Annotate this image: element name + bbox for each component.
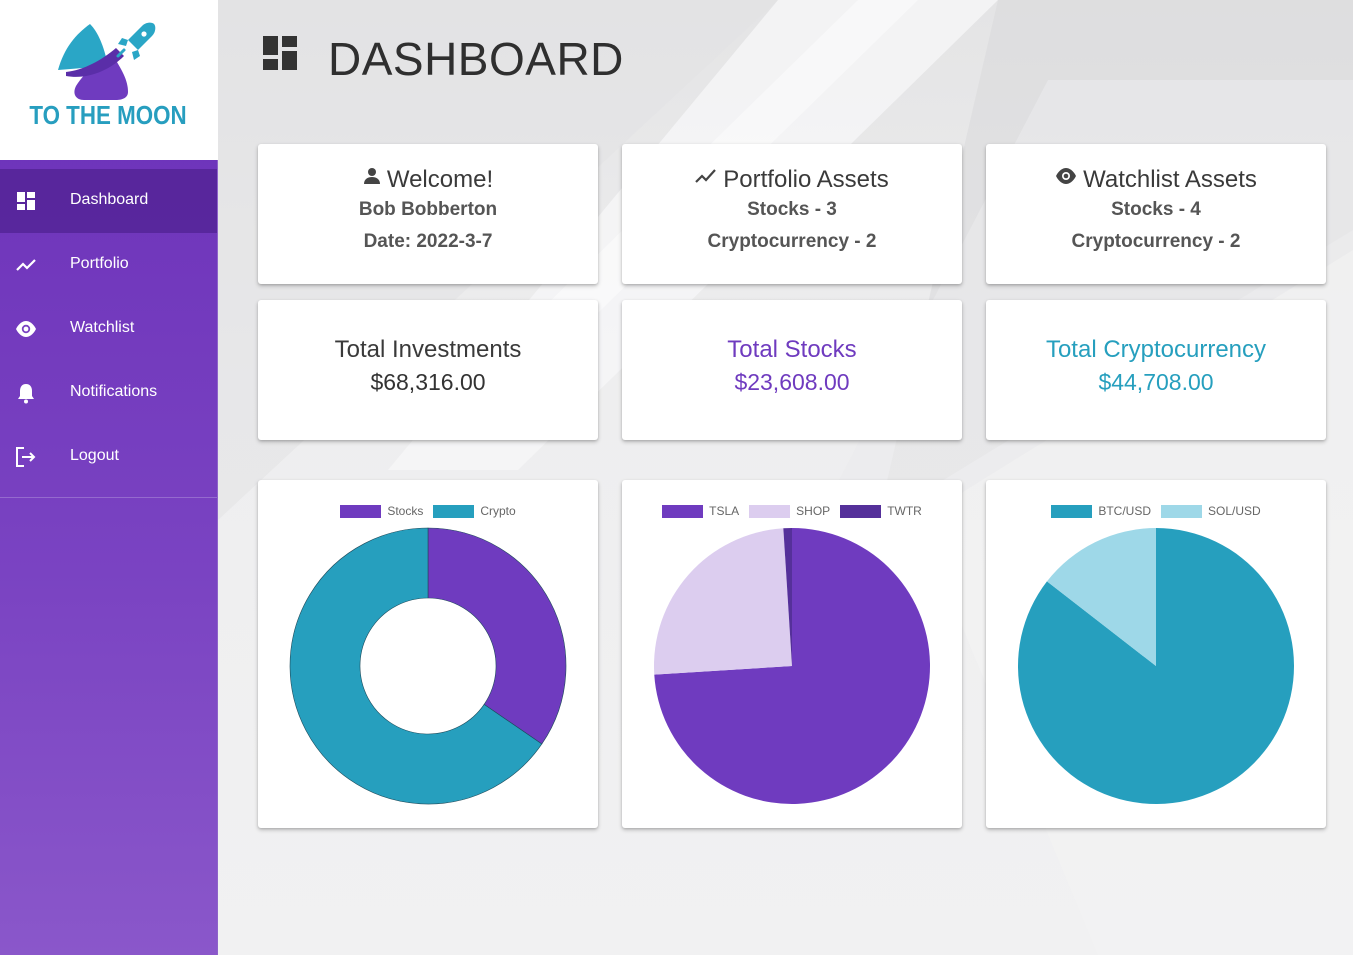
stocks-chart-card: TSLA SHOP TWTR bbox=[622, 480, 962, 828]
total-stocks-value: $23,608.00 bbox=[734, 369, 850, 395]
legend-label: SOL/USD bbox=[1207, 504, 1261, 518]
sidebar-item-portfolio[interactable]: Portfolio bbox=[0, 233, 217, 297]
total-crypto-card: Total Cryptocurrency $44,708.00 bbox=[986, 300, 1326, 440]
total-investments-card: Total Investments $68,316.00 bbox=[258, 300, 598, 440]
legend-swatch bbox=[1051, 504, 1093, 518]
legend-item-crypto[interactable]: Crypto bbox=[433, 504, 516, 518]
legend-label: SHOP bbox=[796, 504, 831, 518]
legend-label: TSLA bbox=[709, 504, 740, 518]
logout-icon bbox=[15, 446, 37, 468]
portfolio-stocks-count: Stocks - 3 bbox=[747, 199, 837, 220]
sidebar-item-label: Portfolio bbox=[70, 255, 129, 272]
legend-label: BTC/USD bbox=[1098, 504, 1151, 518]
sidebar-item-label: Watchlist bbox=[70, 319, 135, 336]
chart-legend: Stocks Crypto bbox=[258, 504, 598, 518]
person-icon bbox=[363, 164, 381, 192]
legend-item-sol-usd[interactable]: SOL/USD bbox=[1160, 504, 1261, 518]
legend-label: TWTR bbox=[887, 504, 922, 518]
allocation-doughnut-chart bbox=[289, 527, 567, 805]
watchlist-assets-card: Watchlist Assets Stocks - 4 Cryptocurren… bbox=[986, 144, 1326, 284]
page-title: DASHBOARD bbox=[328, 33, 624, 85]
legend-item-twtr[interactable]: TWTR bbox=[840, 504, 922, 518]
dashboard-icon bbox=[15, 190, 37, 212]
legend-swatch bbox=[840, 504, 882, 518]
crypto-pie-chart bbox=[1018, 528, 1294, 804]
legend-swatch bbox=[340, 504, 382, 518]
legend-swatch bbox=[1160, 504, 1202, 518]
legend-label: Crypto bbox=[480, 504, 516, 518]
legend-item-shop[interactable]: SHOP bbox=[749, 504, 830, 518]
chart-legend: TSLA SHOP TWTR bbox=[622, 504, 962, 518]
trending-line-icon bbox=[695, 164, 717, 192]
legend-item-btc-usd[interactable]: BTC/USD bbox=[1051, 504, 1151, 518]
sidebar-item-watchlist[interactable]: Watchlist bbox=[0, 297, 217, 361]
allocation-chart-card: Stocks Crypto bbox=[258, 480, 598, 828]
sidebar-item-logout[interactable]: Logout bbox=[0, 425, 217, 489]
sidebar-item-notifications[interactable]: Notifications bbox=[0, 361, 217, 425]
portfolio-crypto-count: Cryptocurrency - 2 bbox=[707, 231, 877, 252]
portfolio-assets-card: Portfolio Assets Stocks - 3 Cryptocurren… bbox=[622, 144, 962, 284]
slice-shop[interactable] bbox=[654, 528, 792, 675]
watchlist-stocks-count: Stocks - 4 bbox=[1111, 199, 1201, 220]
logo[interactable]: TO THE MOON bbox=[0, 0, 218, 160]
user-name: Bob Bobberton bbox=[358, 199, 498, 220]
bell-icon bbox=[15, 382, 37, 404]
legend-swatch bbox=[433, 504, 475, 518]
trending-line-icon bbox=[15, 254, 37, 276]
portfolio-assets-title: Portfolio Assets bbox=[723, 166, 889, 193]
eye-icon bbox=[15, 318, 37, 340]
sidebar-nav: Dashboard Portfolio Watchlist Notificati… bbox=[0, 169, 217, 489]
eye-icon bbox=[1055, 164, 1077, 192]
total-investments-title: Total Investments bbox=[334, 336, 522, 363]
welcome-title: Welcome! bbox=[386, 166, 494, 193]
sidebar-item-label: Logout bbox=[70, 447, 119, 464]
chart-legend: BTC/USD SOL/USD bbox=[986, 504, 1326, 518]
dashboard-icon bbox=[263, 36, 299, 77]
legend-label: Stocks bbox=[387, 504, 424, 518]
logo-text: TO THE MOON bbox=[29, 100, 187, 130]
stocks-pie-chart bbox=[654, 528, 930, 804]
sidebar-divider bbox=[0, 497, 217, 498]
total-crypto-value: $44,708.00 bbox=[1098, 369, 1214, 395]
slice-stocks[interactable] bbox=[427, 527, 567, 745]
moon-rocket-logo-icon bbox=[58, 22, 156, 100]
watchlist-crypto-count: Cryptocurrency - 2 bbox=[1071, 231, 1241, 252]
sidebar: TO THE MOON Dashboard Portfolio Watchlis… bbox=[0, 0, 218, 955]
welcome-card: Welcome! Bob Bobberton Date: 2022-3-7 bbox=[258, 144, 598, 284]
watchlist-assets-title: Watchlist Assets bbox=[1083, 166, 1257, 193]
current-date: Date: 2022-3-7 bbox=[363, 231, 493, 252]
total-investments-value: $68,316.00 bbox=[370, 369, 486, 395]
sidebar-item-label: Dashboard bbox=[70, 191, 149, 208]
legend-item-tsla[interactable]: TSLA bbox=[662, 504, 739, 518]
total-stocks-card: Total Stocks $23,608.00 bbox=[622, 300, 962, 440]
legend-item-stocks[interactable]: Stocks bbox=[340, 504, 423, 518]
legend-swatch bbox=[662, 504, 704, 518]
sidebar-item-dashboard[interactable]: Dashboard bbox=[0, 169, 217, 233]
total-stocks-title: Total Stocks bbox=[727, 336, 857, 363]
total-crypto-title: Total Cryptocurrency bbox=[1045, 336, 1267, 363]
crypto-chart-card: BTC/USD SOL/USD bbox=[986, 480, 1326, 828]
sidebar-item-label: Notifications bbox=[70, 383, 158, 400]
legend-swatch bbox=[749, 504, 791, 518]
